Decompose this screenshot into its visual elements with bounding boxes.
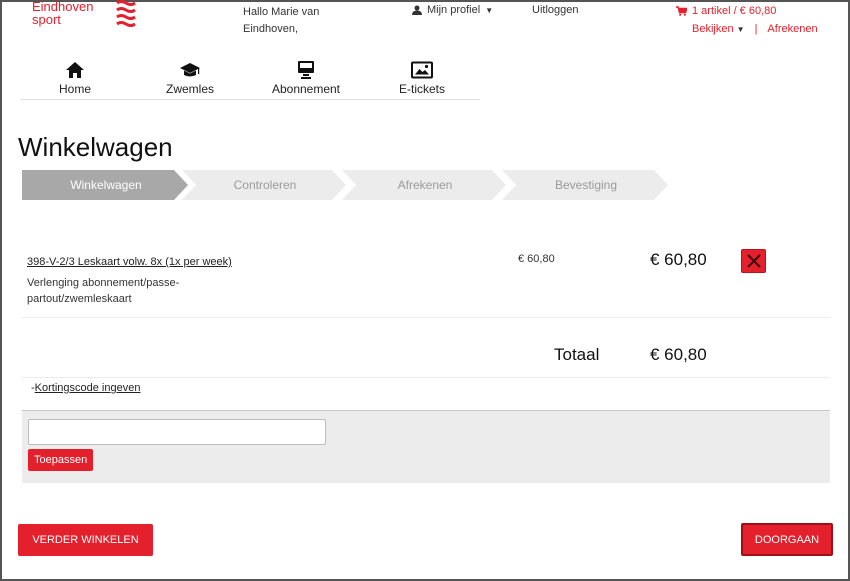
nav-label-abonnement: Abonnement	[271, 82, 341, 96]
greeting-line-1: Hallo Marie van	[243, 6, 320, 18]
nav-label-etickets: E-tickets	[398, 82, 445, 96]
greeting: Hallo Marie van Eindhoven,	[243, 4, 319, 38]
logo[interactable]: Eindhoven sport	[32, 0, 93, 26]
discount-code-input[interactable]	[28, 419, 326, 445]
view-cart-link[interactable]: Bekijken ▼	[692, 23, 745, 35]
card-icon	[298, 61, 314, 79]
proceed-button[interactable]: DOORGAAN	[741, 523, 833, 556]
profile-label: Mijn profiel	[427, 4, 481, 16]
step-label: Controleren	[233, 178, 297, 192]
cart-links: Bekijken ▼ | Afrekenen	[692, 23, 818, 35]
step-label: Winkelwagen	[70, 178, 142, 192]
step-label: Bevestiging	[554, 178, 618, 192]
cart-item-price: € 60,80	[650, 250, 707, 269]
divider	[22, 317, 830, 318]
image-icon	[411, 61, 433, 79]
total-label: Totaal	[554, 345, 600, 364]
total-value: € 60,80	[650, 345, 707, 364]
logo-waves-icon	[116, 0, 136, 27]
graduation-cap-icon	[180, 63, 200, 77]
nav-item-zwemles[interactable]: Zwemles	[135, 60, 245, 96]
caret-down-icon: ▼	[736, 25, 745, 34]
user-icon	[412, 5, 422, 15]
step-controleren: Controleren	[182, 170, 348, 200]
view-cart-label: Bekijken	[692, 23, 734, 35]
step-bevestiging: Bevestiging	[502, 170, 670, 200]
checkout-steps: Winkelwagen Controleren Afrekenen Bevest…	[22, 170, 672, 200]
cart-icon	[676, 6, 687, 16]
remove-item-button[interactable]	[741, 249, 766, 273]
checkout-link[interactable]: Afrekenen	[767, 23, 817, 35]
cart-item-name[interactable]: 398-V-2/3 Leskaart volw. 8x (1x per week…	[27, 256, 232, 268]
nav-label-zwemles: Zwemles	[165, 82, 214, 96]
discount-panel: Toepassen	[22, 410, 830, 483]
nav-item-etickets[interactable]: E-tickets	[367, 60, 477, 96]
close-icon	[746, 254, 761, 268]
apply-discount-button[interactable]: Toepassen	[28, 449, 94, 471]
cart-summary-text: 1 artikel / € 60,80	[692, 5, 777, 17]
divider	[22, 377, 830, 378]
discount-code-toggle[interactable]: -Kortingscode ingeven	[31, 382, 140, 394]
main-nav: Home Zwemles Abonnement E-tickets	[20, 60, 480, 100]
logo-line-2: sport	[32, 12, 61, 27]
continue-shopping-button[interactable]: VERDER WINKELEN	[18, 524, 153, 556]
logout-link[interactable]: Uitloggen	[532, 4, 578, 16]
home-icon	[66, 62, 84, 78]
profile-menu[interactable]: Mijn profiel ▼	[412, 4, 493, 16]
cart-item-description: Verlenging abonnement/passe-partout/zwem…	[27, 277, 180, 305]
nav-item-abonnement[interactable]: Abonnement	[251, 60, 361, 96]
step-afrekenen: Afrekenen	[342, 170, 508, 200]
step-winkelwagen: Winkelwagen	[22, 170, 190, 200]
page-title: Winkelwagen	[18, 132, 173, 162]
step-label: Afrekenen	[397, 178, 453, 192]
discount-toggle-label: Kortingscode ingeven	[34, 382, 141, 394]
link-separator: |	[754, 23, 758, 35]
nav-item-home[interactable]: Home	[20, 60, 130, 96]
cart-item-unit-price: € 60,80	[518, 253, 555, 265]
cart-summary[interactable]: 1 artikel / € 60,80	[676, 5, 776, 17]
nav-label-home: Home	[58, 82, 91, 96]
greeting-line-2: Eindhoven,	[243, 23, 299, 35]
caret-down-icon: ▼	[485, 5, 494, 15]
